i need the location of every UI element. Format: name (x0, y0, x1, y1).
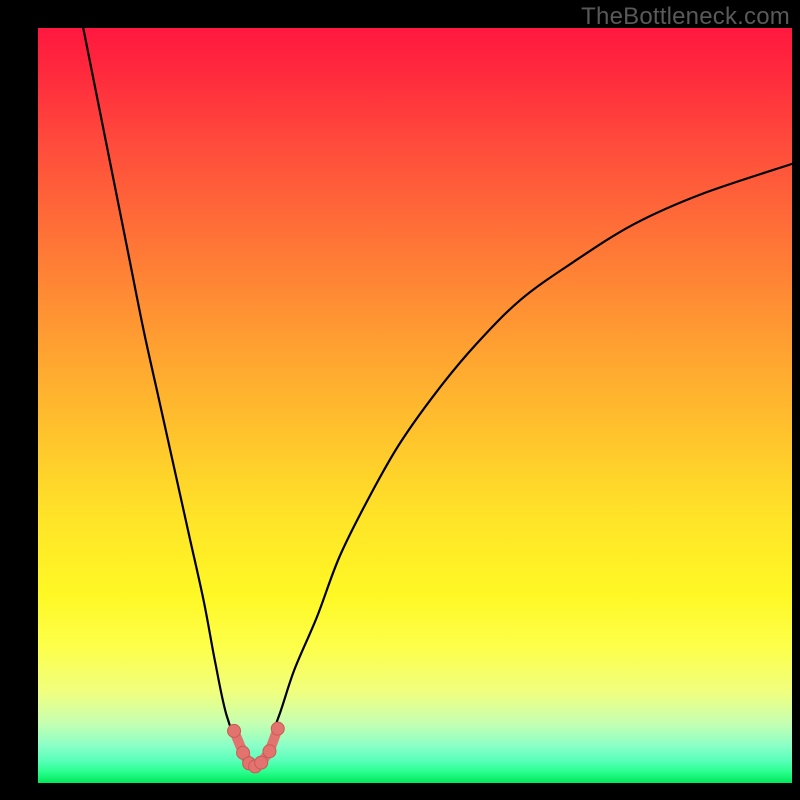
trough-point (228, 724, 241, 737)
watermark-text: TheBottleneck.com (581, 3, 790, 31)
trough-point (271, 722, 284, 735)
chart-frame: TheBottleneck.com (0, 0, 800, 800)
trough-point (263, 745, 276, 758)
trough-point (255, 756, 268, 769)
trough-markers (38, 28, 792, 783)
plot-area (38, 28, 792, 783)
